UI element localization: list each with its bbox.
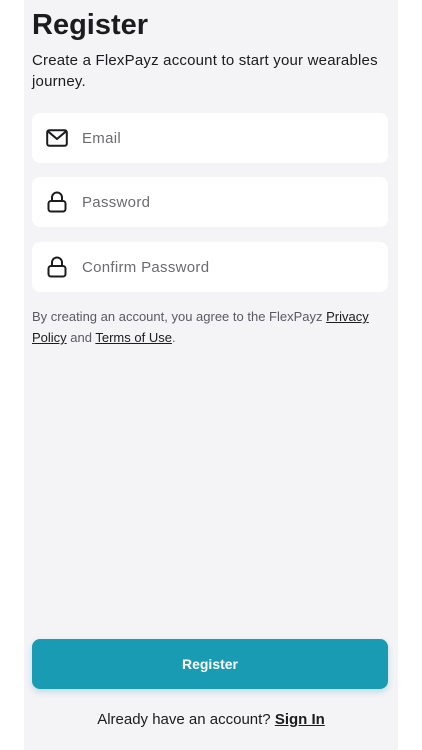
terms-middle: and: [66, 330, 96, 345]
mail-icon: [46, 127, 68, 149]
register-screen: Register Create a FlexPayz account to st…: [24, 0, 398, 750]
signin-row: Already have an account? Sign In: [24, 711, 398, 728]
password-input[interactable]: [82, 193, 362, 211]
signin-prompt: Already have an account?: [97, 711, 271, 728]
page-title: Register: [32, 9, 149, 41]
lock-icon: [46, 191, 68, 213]
terms-notice: By creating an account, you agree to the…: [32, 306, 382, 348]
lock-icon: [46, 256, 68, 278]
email-field-container[interactable]: [32, 113, 388, 163]
page-subtitle: Create a FlexPayz account to start your …: [32, 52, 378, 90]
terms-of-use-link[interactable]: Terms of Use: [95, 330, 172, 345]
password-field-container[interactable]: [32, 177, 388, 227]
terms-prefix: By creating an account, you agree to the…: [32, 309, 327, 324]
register-button[interactable]: Register: [32, 639, 388, 689]
confirm-password-input[interactable]: [82, 258, 362, 276]
confirm-password-field-container[interactable]: [32, 242, 388, 292]
terms-suffix: .: [171, 330, 176, 345]
email-input[interactable]: [82, 129, 362, 147]
sign-in-link[interactable]: Sign In: [275, 711, 325, 728]
